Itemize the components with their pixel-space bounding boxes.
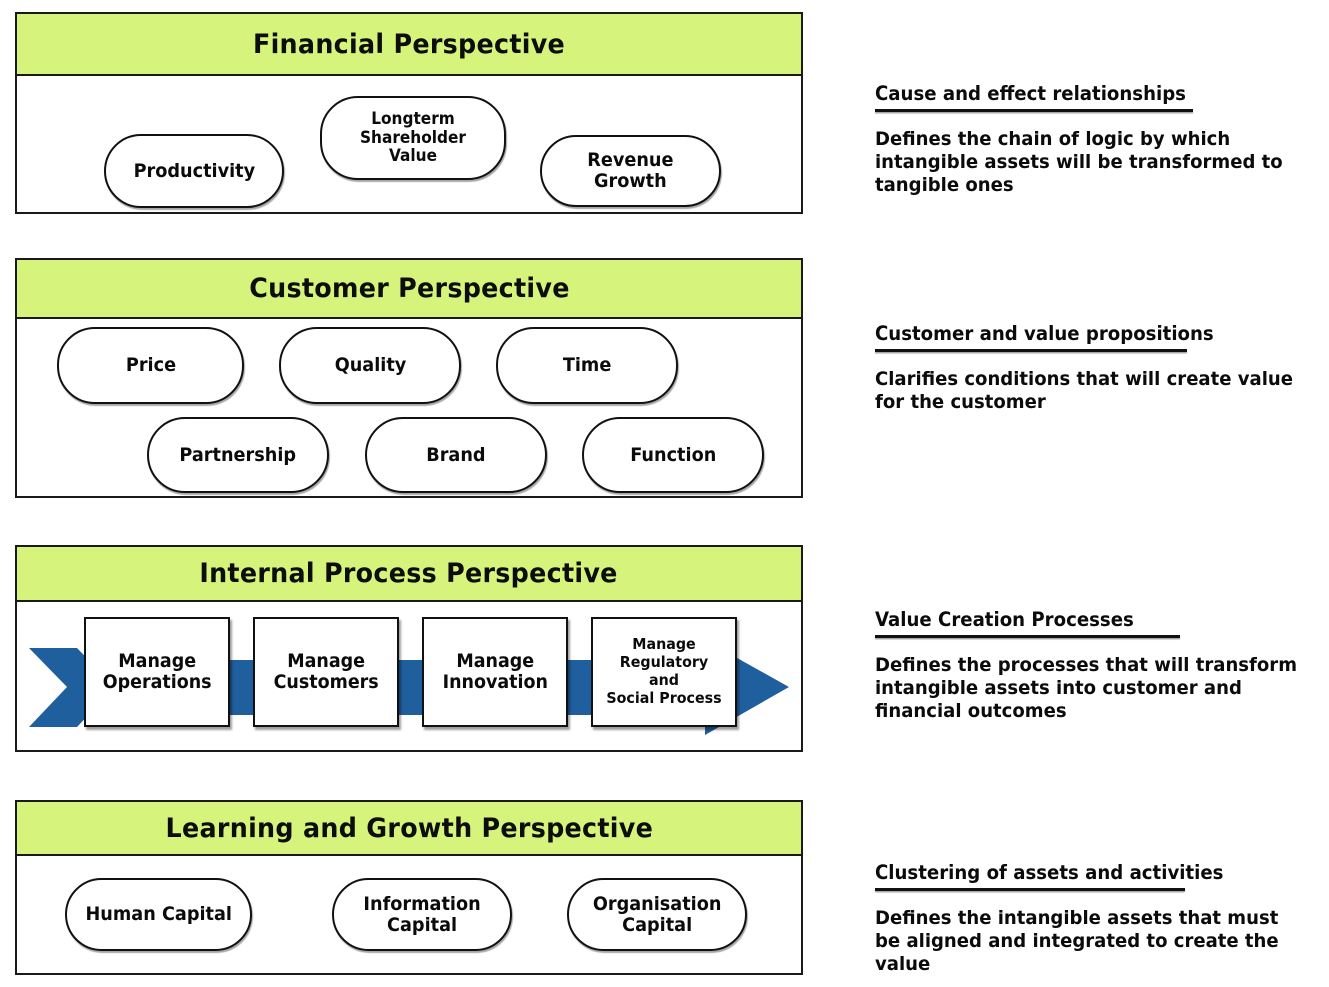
objective-partnership[interactable]: Partnership [147, 417, 329, 493]
panel-title-internal-process: Internal Process Perspective [199, 558, 619, 589]
objective-label: Human Capital [85, 903, 232, 926]
objective-label: Longterm Shareholder Value [359, 109, 466, 166]
objective-function[interactable]: Function [582, 417, 764, 493]
objective-brand[interactable]: Brand [365, 417, 547, 493]
note-cause-effect: Cause and effect relationships Defines t… [875, 82, 1325, 198]
objective-longterm-shareholder-value[interactable]: Longterm Shareholder Value [320, 96, 506, 180]
panel-financial: Financial Perspective Productivity Longt… [15, 12, 803, 214]
panel-body-financial: Productivity Longterm Shareholder Value … [17, 74, 801, 212]
panel-header-financial: Financial Perspective [17, 14, 801, 76]
note-underline [875, 349, 1187, 352]
objective-organisation-capital[interactable]: Organisation Capital [567, 878, 747, 951]
panel-title-financial: Financial Perspective [252, 28, 566, 60]
note-underline [875, 109, 1193, 112]
note-value-creation: Value Creation Processes Defines the pro… [875, 608, 1325, 724]
objective-human-capital[interactable]: Human Capital [65, 878, 252, 951]
panel-title-customer: Customer Perspective [248, 273, 570, 304]
panel-body-learning-growth: Human Capital Information Capital Organi… [17, 854, 801, 973]
objective-time[interactable]: Time [496, 327, 678, 404]
panel-title-learning-growth: Learning and Growth Perspective [165, 812, 653, 844]
objective-label: Organisation Capital [592, 892, 722, 936]
objective-label: Revenue Growth [587, 149, 674, 192]
note-clustering: Clustering of assets and activities Defi… [875, 861, 1325, 977]
panel-learning-growth: Learning and Growth Perspective Human Ca… [15, 800, 803, 975]
process-manage-regulatory-and-social-process[interactable]: Manage Regulatory and Social Process [591, 617, 737, 727]
note-customer-value: Customer and value propositions Clarifie… [875, 322, 1325, 414]
panel-customer: Customer Perspective Price Quality Time … [15, 258, 803, 498]
note-body: Defines the chain of logic by which inta… [875, 128, 1283, 197]
objective-label: Partnership [179, 443, 297, 466]
process-manage-innovation[interactable]: Manage Innovation [422, 617, 568, 727]
panel-header-learning-growth: Learning and Growth Perspective [17, 802, 801, 856]
objective-productivity[interactable]: Productivity [104, 134, 284, 208]
objective-label: Function [629, 443, 717, 466]
note-underline [875, 635, 1180, 638]
panel-body-customer: Price Quality Time Partnership Brand Fun… [17, 317, 801, 496]
objective-label: Quality [334, 354, 406, 377]
objective-label: Brand [426, 443, 486, 466]
panel-body-internal-process: Manage Operations Manage Customers Manag… [17, 600, 801, 750]
objective-price[interactable]: Price [57, 327, 244, 404]
objective-label: Productivity [133, 159, 255, 182]
note-title: Customer and value propositions [875, 322, 1214, 345]
objective-revenue-growth[interactable]: Revenue Growth [540, 135, 721, 207]
note-title: Cause and effect relationships [875, 82, 1186, 105]
note-body: Clarifies conditions that will create va… [875, 368, 1293, 414]
objective-information-capital[interactable]: Information Capital [332, 878, 512, 951]
objective-label: Time [562, 354, 612, 377]
process-label: Manage Regulatory and Social Process [606, 635, 722, 707]
panel-header-internal-process: Internal Process Perspective [17, 547, 801, 602]
process-label: Manage Customers [273, 649, 379, 693]
process-manage-customers[interactable]: Manage Customers [253, 617, 399, 727]
note-body: Defines the processes that will transfor… [875, 654, 1298, 723]
note-body: Defines the intangible assets that must … [875, 907, 1279, 976]
process-label: Manage Innovation [442, 649, 548, 693]
panel-internal-process: Internal Process Perspective Manage Oper… [15, 545, 803, 752]
objective-label: Information Capital [363, 892, 481, 936]
note-title: Value Creation Processes [875, 608, 1134, 631]
objective-label: Price [125, 354, 176, 377]
process-manage-operations[interactable]: Manage Operations [84, 617, 230, 727]
objective-quality[interactable]: Quality [279, 327, 461, 404]
note-underline [875, 888, 1185, 891]
note-title: Clustering of assets and activities [875, 861, 1224, 884]
process-label: Manage Operations [102, 649, 212, 693]
panel-header-customer: Customer Perspective [17, 260, 801, 319]
